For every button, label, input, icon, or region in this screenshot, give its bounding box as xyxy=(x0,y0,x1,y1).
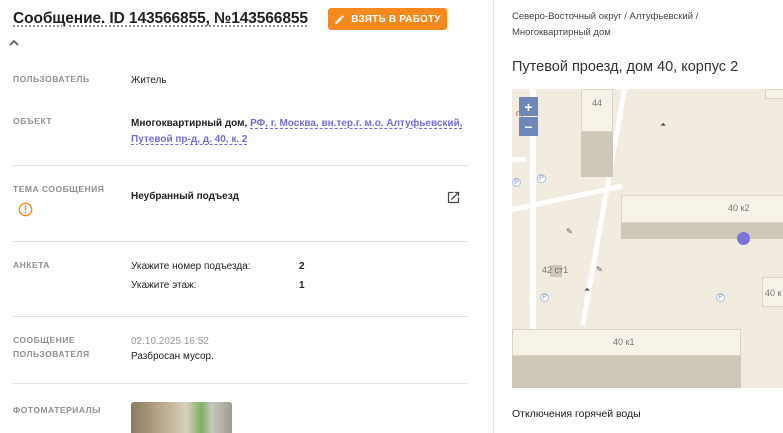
divider xyxy=(13,165,468,166)
building-label: 42 ст1 xyxy=(542,265,569,275)
topic-label: ТЕМА СООБЩЕНИЯ xyxy=(13,184,105,194)
photo-thumbnail[interactable] xyxy=(131,402,232,433)
building-label: 40 к2 xyxy=(728,203,750,213)
topic-value: Неубранный подъезд xyxy=(131,191,240,202)
location-marker-icon[interactable] xyxy=(737,232,750,245)
parking-icon: P xyxy=(540,293,549,302)
building xyxy=(621,195,783,223)
zoom-in-button[interactable]: + xyxy=(519,97,538,116)
message-date: 02.10.2025 16:52 xyxy=(131,336,209,347)
message-label-line2: ПОЛЬЗОВАТЕЛЯ xyxy=(13,349,90,359)
survey-label: АНКЕТА xyxy=(13,260,50,270)
building-shadow xyxy=(581,131,613,177)
breadcrumb: Северо-Восточный округ / Алтуфьевский / … xyxy=(512,11,699,38)
building xyxy=(765,89,783,99)
building-label: 40 к xyxy=(765,288,782,298)
take-to-work-button[interactable]: ВЗЯТЬ В РАБОТУ xyxy=(328,8,447,30)
map[interactable]: 44 40 к2 42 ст1 40 к 40 к1 ⏶ ✎ ✎ ⏶ пун P… xyxy=(512,89,783,388)
building-shadow xyxy=(621,221,783,239)
divider xyxy=(13,316,468,317)
page-title: Сообщение. ID 143566855, №143566855 xyxy=(13,10,308,27)
object-value: Многоквартирный дом, РФ, г. Москва, вн.т… xyxy=(131,116,466,148)
poi-icon: ⏶ xyxy=(660,120,667,129)
object-address-link-2[interactable]: Путевой пр-д, д. 40, к. 2 xyxy=(131,134,247,145)
outage-title: Отключения горячей воды xyxy=(512,408,641,420)
address-title: Путевой проезд, дом 40, корпус 2 xyxy=(512,59,739,75)
poi-icon: ⏶ xyxy=(584,285,591,294)
user-label: ПОЛЬЗОВАТЕЛЬ xyxy=(13,74,90,84)
building-shadow xyxy=(512,354,741,388)
pencil-icon xyxy=(335,14,344,24)
building-label: 44 xyxy=(592,98,603,108)
survey-answer: 1 xyxy=(299,280,305,291)
parking-icon: P xyxy=(716,293,725,302)
divider xyxy=(13,383,468,384)
take-to-work-label: ВЗЯТЬ В РАБОТУ xyxy=(351,13,441,25)
building-label: 40 к1 xyxy=(613,337,635,347)
survey-answer: 2 xyxy=(299,261,305,272)
message-label: СООБЩЕНИЕ ПОЛЬЗОВАТЕЛЯ xyxy=(13,333,90,361)
message-text: Разбросан мусор. xyxy=(131,351,214,362)
poi-icon: ✎ xyxy=(566,227,573,236)
parking-icon: P xyxy=(512,178,521,187)
object-label: ОБЪЕКТ xyxy=(13,116,53,126)
object-address-link[interactable]: РФ, г. Москва, вн.тер.г. м.о. Алтуфьевск… xyxy=(250,118,462,129)
parking-icon: P xyxy=(537,174,546,183)
object-type: Многоквартирный дом, xyxy=(131,118,248,129)
survey-question: Укажите номер подъезда: xyxy=(131,261,251,272)
divider xyxy=(13,241,468,242)
chevron-up-icon[interactable] xyxy=(8,38,20,48)
open-external-icon[interactable] xyxy=(446,190,461,205)
message-label-line1: СООБЩЕНИЕ xyxy=(13,335,76,345)
photos-label: ФОТОМАТЕРИАЛЫ xyxy=(13,405,101,415)
user-value: Житель xyxy=(131,75,167,86)
warning-icon xyxy=(18,202,33,217)
zoom-out-button[interactable]: − xyxy=(519,117,538,136)
message-panel: Сообщение. ID 143566855, №143566855 ВЗЯТ… xyxy=(0,0,494,433)
building xyxy=(581,89,613,132)
survey-question: Укажите этаж: xyxy=(131,280,197,291)
location-panel: Северо-Восточный округ / Алтуфьевский / … xyxy=(495,0,783,433)
road xyxy=(512,157,526,162)
poi-icon: ✎ xyxy=(596,265,603,274)
